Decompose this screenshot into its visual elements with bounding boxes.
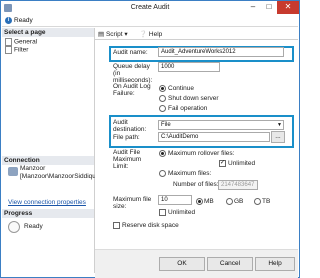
on-failure-label: On Audit Log Failure: bbox=[113, 83, 151, 97]
info-icon: i bbox=[5, 17, 12, 24]
view-connection-properties-link[interactable]: View connection properties bbox=[8, 199, 86, 206]
page-icon bbox=[5, 38, 12, 46]
page-label: General bbox=[14, 38, 38, 46]
help-icon: ❔ bbox=[139, 31, 148, 38]
help-button[interactable]: ❔ Help bbox=[139, 30, 162, 38]
connection-user: [Manzoor\ManzoorSiddiqui] bbox=[20, 173, 100, 180]
queue-delay-field[interactable]: 1000 bbox=[158, 62, 220, 72]
destination-select[interactable]: File ▼ bbox=[158, 120, 284, 130]
continue-radio[interactable] bbox=[159, 85, 166, 92]
chevron-down-icon: ▼ bbox=[277, 122, 282, 128]
max-files-radio[interactable] bbox=[159, 170, 166, 177]
mb-radio[interactable] bbox=[196, 198, 203, 205]
file-path-label: File path: bbox=[113, 134, 140, 141]
file-path-field[interactable]: C:\AuditDemo bbox=[158, 132, 270, 142]
max-limit-label: Audit File Maximum Limit: bbox=[113, 149, 142, 170]
main-pane: ▤ Script ▾ ❔ Help Audit name: Audit_Adve… bbox=[95, 28, 298, 248]
gb-label: GB bbox=[234, 198, 244, 205]
title-bar: Create Audit – □ ✕ bbox=[1, 1, 299, 15]
script-label: Script bbox=[105, 31, 123, 38]
connection-header: Connection bbox=[2, 156, 94, 165]
progress-status: Ready bbox=[24, 223, 43, 230]
page-item-filter[interactable]: Filter bbox=[5, 46, 28, 54]
help-footer-button[interactable]: Help bbox=[255, 257, 295, 271]
fail-operation-radio[interactable] bbox=[159, 105, 166, 112]
shutdown-label: Shut down server bbox=[168, 95, 219, 102]
server-icon bbox=[8, 167, 18, 176]
page-icon bbox=[5, 46, 12, 54]
tb-radio[interactable] bbox=[254, 198, 261, 205]
reserve-disk-checkbox[interactable] bbox=[113, 222, 120, 229]
connection-info: Manzoor [Manzoor\ManzoorSiddiqui] bbox=[20, 165, 99, 181]
destination-label: Audit destination: bbox=[113, 119, 147, 133]
tb-label: TB bbox=[262, 198, 271, 205]
size-unlimited-label: Unlimited bbox=[168, 209, 196, 216]
status-bar: i Ready bbox=[2, 16, 298, 27]
left-pane: Select a page General Filter Connection … bbox=[2, 28, 99, 273]
ok-button[interactable]: OK bbox=[159, 257, 205, 271]
minimize-button[interactable]: – bbox=[245, 1, 261, 14]
close-button[interactable]: ✕ bbox=[277, 1, 299, 14]
browse-button[interactable]: ... bbox=[271, 131, 285, 143]
page-item-general[interactable]: General bbox=[5, 38, 37, 46]
max-size-field[interactable]: 10 bbox=[158, 195, 192, 205]
maximize-button[interactable]: □ bbox=[261, 1, 277, 14]
max-rollover-label: Maximum rollover files: bbox=[168, 150, 235, 157]
reserve-disk-label: Reserve disk space bbox=[122, 222, 179, 229]
progress-header: Progress bbox=[2, 209, 94, 218]
toolbar: ▤ Script ▾ ❔ Help bbox=[95, 28, 298, 40]
cancel-button[interactable]: Cancel bbox=[207, 257, 253, 271]
max-files-label: Maximum files: bbox=[168, 170, 212, 177]
size-unlimited-checkbox[interactable] bbox=[159, 209, 166, 216]
progress-icon bbox=[8, 221, 20, 233]
destination-value: File bbox=[161, 122, 171, 128]
fail-operation-label: Fail operation bbox=[168, 105, 208, 112]
dialog-footer: OK Cancel Help bbox=[95, 249, 298, 278]
select-page-header: Select a page bbox=[2, 28, 94, 37]
status-text: Ready bbox=[14, 17, 33, 24]
connection-server: Manzoor bbox=[20, 165, 46, 172]
continue-label: Continue bbox=[168, 85, 195, 92]
help-label: Help bbox=[148, 31, 163, 38]
script-button[interactable]: ▤ Script ▾ bbox=[98, 30, 128, 38]
create-audit-window: Create Audit – □ ✕ i Ready Select a page… bbox=[0, 0, 300, 278]
max-size-label: Maximum file size: bbox=[113, 196, 152, 210]
num-files-field[interactable]: 2147483647 bbox=[218, 180, 258, 190]
shutdown-radio[interactable] bbox=[159, 95, 166, 102]
audit-name-label: Audit name: bbox=[113, 49, 148, 56]
queue-delay-label: Queue delay (in milliseconds): bbox=[113, 63, 153, 84]
page-label: Filter bbox=[14, 46, 29, 54]
max-rollover-radio[interactable] bbox=[159, 150, 166, 157]
audit-name-field[interactable]: Audit_AdventureWorks2012 bbox=[158, 47, 284, 57]
script-icon: ▤ bbox=[98, 31, 106, 38]
mb-label: MB bbox=[204, 198, 214, 205]
rollover-unlimited-checkbox[interactable] bbox=[219, 160, 226, 167]
gb-radio[interactable] bbox=[226, 198, 233, 205]
num-files-label: Number of files: bbox=[173, 181, 219, 188]
rollover-unlimited-label: Unlimited bbox=[228, 160, 256, 167]
